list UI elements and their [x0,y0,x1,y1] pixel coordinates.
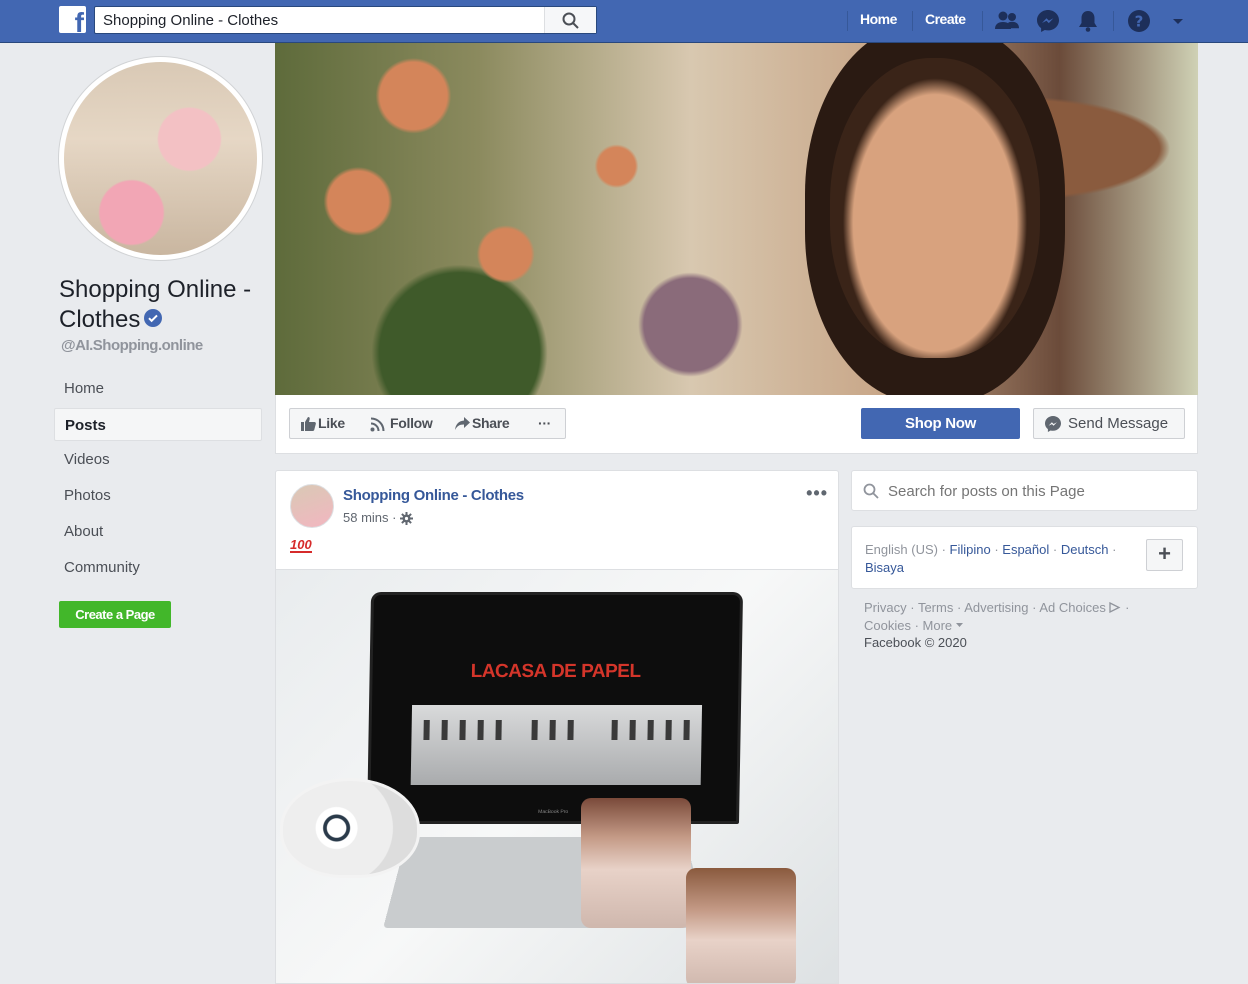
side-nav-videos[interactable]: Videos [54,443,262,476]
search-button[interactable] [544,7,596,33]
post-author-name[interactable]: Shopping Online - Clothes [343,487,524,504]
like-button[interactable]: Like [289,408,358,439]
send-message-label: Send Message [1068,415,1169,432]
rss-follow-icon [370,417,385,432]
gear-icon [400,512,414,526]
nav-create-link[interactable]: Create [925,11,966,27]
footer-links: Privacy · Terms · Advertising · Ad Choic… [864,600,1130,633]
language-selector: English (US) · Filipino · Español · Deut… [851,526,1198,589]
post-options-menu[interactable]: ••• [806,483,828,504]
verified-badge-icon [144,308,163,327]
send-message-button[interactable]: Send Message [1033,408,1185,439]
footer-link-more[interactable]: More [923,618,953,633]
follow-button[interactable]: Follow [357,408,445,439]
page-action-bar: Like Follow Share ··· Shop Now Send Mess… [275,395,1198,454]
side-nav-community[interactable]: Community [54,551,262,584]
post-card: Shopping Online - Clothes 58 mins · ••• … [275,470,839,984]
more-options-button[interactable]: ··· [524,408,566,439]
ad-choices-icon [1109,601,1121,614]
nav-divider [1113,11,1114,31]
shop-now-button[interactable]: Shop Now [861,408,1020,439]
share-label: Share [472,415,510,431]
friends-icon[interactable] [993,7,1021,35]
svg-text:?: ? [1135,13,1144,31]
add-language-button[interactable]: + [1146,539,1183,571]
footer-link-ad-choices[interactable]: Ad Choices [1039,600,1105,615]
milkshake-jar [686,868,796,983]
language-link-deutsch[interactable]: Deutsch [1061,542,1109,557]
current-language: English (US) [865,542,938,557]
top-navigation-bar: f Home Create ? [0,0,1248,43]
page-post-search [851,470,1198,511]
snack-bowl [280,778,420,878]
side-nav-home[interactable]: Home [54,372,262,405]
nav-divider [982,11,983,31]
messenger-icon[interactable] [1034,7,1062,35]
page-search-input[interactable] [888,479,1188,503]
side-nav-about[interactable]: About [54,515,262,548]
language-link-filipino[interactable]: Filipino [950,542,991,557]
footer-link-advertising[interactable]: Advertising [964,600,1028,615]
post-timestamp[interactable]: 58 mins · [343,510,414,526]
thumbs-up-icon [301,417,316,431]
laptop-screen-building [410,705,703,785]
notifications-icon[interactable] [1074,7,1102,35]
footer-link-cookies[interactable]: Cookies [864,618,911,633]
like-label: Like [318,415,345,431]
facebook-logo-icon[interactable]: f [59,6,86,33]
language-link-bisaya[interactable]: Bisaya [865,560,904,575]
cover-photo[interactable] [275,43,1198,395]
footer-link-terms[interactable]: Terms [918,600,953,615]
laptop-screen-title: LACASA DE PAPEL [470,661,641,682]
language-list: English (US) · Filipino · Español · Deut… [865,542,1117,575]
post-time-text: 58 mins · [343,510,397,525]
create-page-button[interactable]: Create a Page [59,601,171,628]
hundred-points-emoji-icon: 100 [290,537,312,553]
search-icon [863,483,879,499]
share-arrow-icon [455,417,470,430]
help-icon[interactable]: ? [1125,7,1153,35]
page-username[interactable]: @AI.Shopping.online [61,337,203,354]
profile-picture[interactable] [59,57,262,260]
global-search-input[interactable] [95,7,545,33]
milkshake-jar [581,798,691,928]
nav-divider [847,11,848,31]
laptop-screen: LACASA DE PAPEL MacBook Pro [366,592,744,824]
profile-photo [64,62,257,255]
post-author-avatar[interactable] [290,484,334,528]
chevron-down-icon[interactable] [1164,7,1192,35]
language-link-espanol[interactable]: Español [1002,542,1049,557]
caret-down-icon [955,623,963,627]
nav-home-link[interactable]: Home [860,11,897,27]
more-options-icon: ··· [537,415,552,431]
side-nav-photos[interactable]: Photos [54,479,262,512]
global-search [94,6,597,34]
nav-divider [912,11,913,31]
page-title[interactable]: Shopping Online - Clothes [59,275,259,335]
share-button[interactable]: Share [444,408,525,439]
side-nav-posts[interactable]: Posts [54,408,262,441]
footer-link-privacy[interactable]: Privacy [864,600,907,615]
follow-label: Follow [390,415,433,431]
copyright-text: Facebook © 2020 [864,635,967,650]
messenger-icon [1045,416,1061,432]
post-photo[interactable]: LACASA DE PAPEL MacBook Pro [276,569,838,983]
search-icon [562,12,579,29]
cover-photo-face [830,58,1040,358]
